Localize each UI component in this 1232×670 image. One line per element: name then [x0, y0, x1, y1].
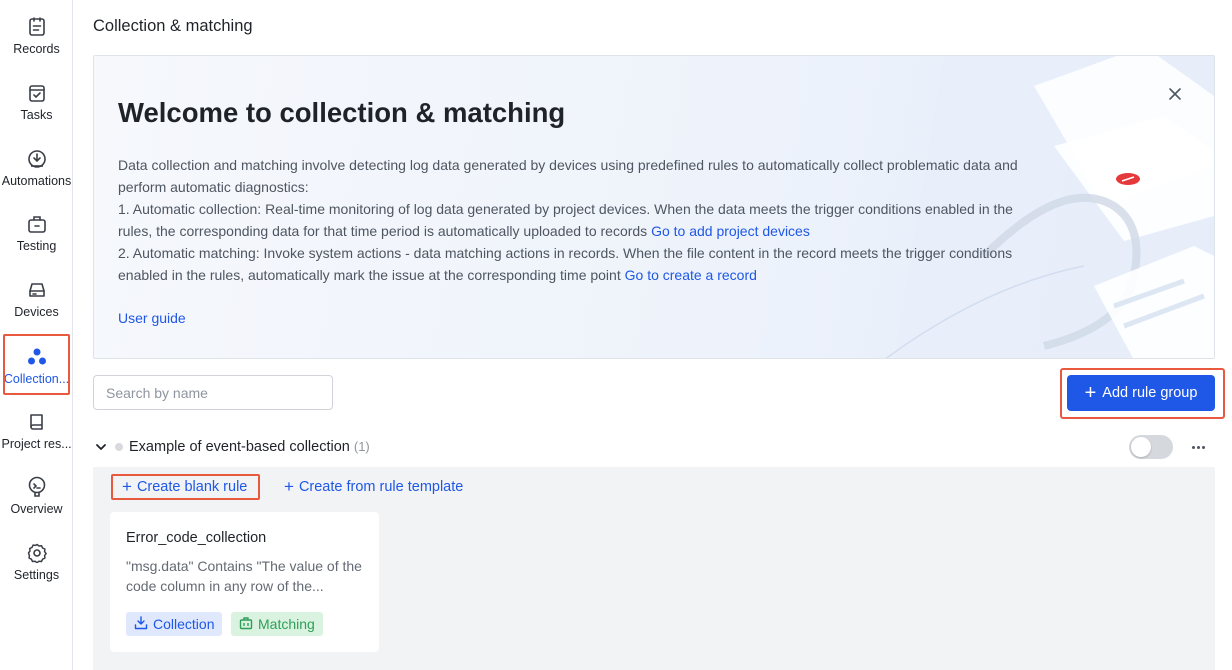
banner-item-matching: 2. Automatic matching: Invoke system act… [118, 242, 1018, 286]
banner-item-collection: 1. Automatic collection: Real-time monit… [118, 198, 1018, 242]
sidebar-item-records[interactable]: Records [0, 4, 73, 66]
devices-icon [27, 279, 47, 301]
briefcase-icon [239, 616, 253, 633]
sidebar-item-overview[interactable]: Overview [0, 464, 73, 526]
welcome-banner: Welcome to collection & matching Data co… [93, 55, 1215, 359]
sidebar-item-label: Automations [1, 174, 72, 188]
sidebar-item-devices[interactable]: Devices [0, 267, 73, 329]
sidebar-item-label: Testing [16, 239, 57, 253]
collection-tag: Collection [126, 612, 223, 636]
add-project-devices-link[interactable]: Go to add project devices [651, 223, 810, 239]
tasks-icon [27, 82, 47, 104]
matching-tag: Matching [231, 612, 323, 636]
create-blank-rule-button[interactable]: + Create blank rule [122, 477, 248, 496]
sidebar-item-testing[interactable]: Testing [0, 201, 73, 263]
close-icon[interactable] [1166, 85, 1184, 103]
rule-name: Error_code_collection [126, 530, 267, 546]
sidebar-item-tasks[interactable]: Tasks [0, 70, 73, 132]
search-input[interactable] [93, 375, 333, 410]
chevron-down-icon[interactable] [95, 440, 107, 452]
sidebar-item-label: Settings [13, 568, 60, 582]
sidebar-item-label: Tasks [20, 108, 53, 122]
more-options-icon[interactable] [1187, 436, 1209, 458]
project-resources-icon [27, 411, 47, 433]
rule-group-header: Example of event-based collection (1) [93, 432, 1215, 462]
sidebar-item-label: Collection... [3, 372, 70, 386]
plus-icon: + [284, 477, 294, 496]
sidebar-item-settings[interactable]: Settings [0, 530, 73, 592]
create-record-link[interactable]: Go to create a record [625, 267, 757, 283]
overview-icon [27, 476, 47, 498]
sidebar-item-label: Devices [14, 305, 59, 319]
banner-item-text: 1. Automatic collection: Real-time monit… [118, 201, 1013, 239]
user-guide-link[interactable]: User guide [118, 310, 186, 326]
create-from-template-button[interactable]: + Create from rule template [284, 477, 464, 496]
testing-icon [27, 213, 47, 235]
add-rule-group-button[interactable]: + Add rule group [1067, 375, 1215, 411]
banner-description: Data collection and matching involve det… [118, 154, 1018, 286]
plus-icon: + [122, 477, 132, 496]
sidebar-item-label: Overview [10, 502, 63, 516]
collection-tag-label: Collection [153, 616, 215, 632]
sidebar-item-label: Project res... [1, 437, 72, 451]
status-dot [115, 443, 123, 451]
records-icon [27, 16, 47, 38]
rule-group-title: Example of event-based collection (1) [129, 439, 370, 455]
sidebar: Records Tasks Automations Testing Device… [0, 0, 73, 670]
rule-group-count: (1) [353, 439, 370, 454]
banner-title: Welcome to collection & matching [118, 97, 566, 128]
plus-icon: + [1084, 382, 1097, 404]
toggle-knob [1131, 437, 1151, 457]
add-rule-group-label: Add rule group [1102, 385, 1198, 401]
create-from-template-label: Create from rule template [298, 479, 464, 495]
collection-icon [27, 346, 47, 368]
rule-description: "msg.data" Contains "The value of the co… [126, 558, 362, 594]
sidebar-item-project-resources[interactable]: Project res... [0, 399, 73, 461]
sidebar-item-automations[interactable]: Automations [0, 136, 73, 198]
sidebar-item-collection[interactable]: Collection... [3, 334, 70, 395]
rule-card[interactable]: Error_code_collection "msg.data" Contain… [110, 512, 379, 652]
matching-tag-label: Matching [258, 616, 315, 632]
upload-tray-icon [134, 615, 148, 633]
gear-icon [27, 542, 47, 564]
banner-item-text: 2. Automatic matching: Invoke system act… [118, 245, 1013, 283]
page-title: Collection & matching [93, 17, 253, 35]
create-blank-rule-label: Create blank rule [136, 479, 248, 495]
banner-intro: Data collection and matching involve det… [118, 157, 1018, 195]
rule-group-name: Example of event-based collection [129, 439, 350, 455]
automations-icon [27, 148, 47, 170]
sidebar-item-label: Records [13, 42, 60, 56]
rule-group-toggle[interactable] [1129, 435, 1173, 459]
